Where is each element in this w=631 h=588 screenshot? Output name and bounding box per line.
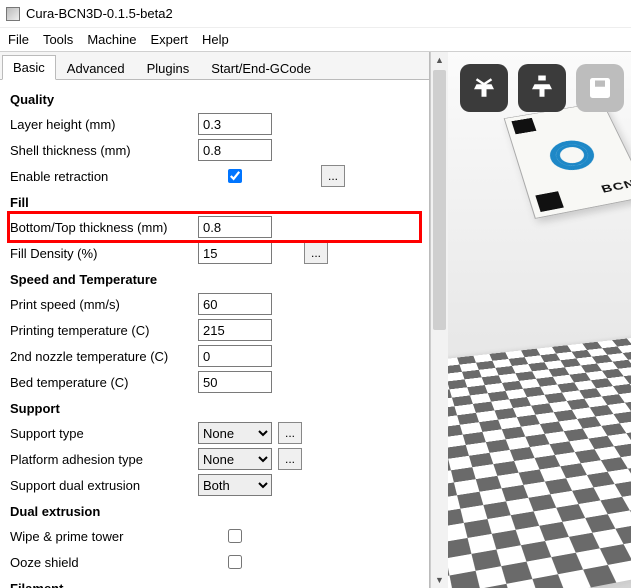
gear-icon <box>545 137 599 173</box>
menu-machine[interactable]: Machine <box>87 32 136 47</box>
label-print-speed: Print speed (mm/s) <box>10 297 198 312</box>
adhesion-more-button[interactable]: ... <box>278 448 302 470</box>
fill-more-button[interactable]: ... <box>304 242 328 264</box>
input-print-temp[interactable] <box>198 319 272 341</box>
section-fill: Fill <box>10 195 419 210</box>
label-print-temp: Printing temperature (C) <box>10 323 198 338</box>
label-enable-retraction: Enable retraction <box>10 169 198 184</box>
input-nozzle2[interactable] <box>198 345 272 367</box>
settings-scrollbar[interactable]: ▲ ▼ <box>430 52 448 588</box>
slice-icon <box>527 73 557 103</box>
label-support-dual: Support dual extrusion <box>10 478 198 493</box>
row-bottom-top-thickness: Bottom/Top thickness (mm) <box>10 214 419 240</box>
label-adhesion-type: Platform adhesion type <box>10 452 198 467</box>
label-shell-thickness: Shell thickness (mm) <box>10 143 198 158</box>
menu-help[interactable]: Help <box>202 32 229 47</box>
label-nozzle2: 2nd nozzle temperature (C) <box>10 349 198 364</box>
save-icon <box>585 73 615 103</box>
build-plate <box>448 334 631 588</box>
input-layer-height[interactable] <box>198 113 272 135</box>
label-layer-height: Layer height (mm) <box>10 117 198 132</box>
label-ooze-shield: Ooze shield <box>10 555 198 570</box>
viewport-toolbar <box>460 64 624 112</box>
tab-gcode[interactable]: Start/End-GCode <box>200 56 322 80</box>
label-support-type: Support type <box>10 426 198 441</box>
label-fill-density: Fill Density (%) <box>10 246 198 261</box>
label-wipe-tower: Wipe & prime tower <box>10 529 198 544</box>
menubar: File Tools Machine Expert Help <box>0 28 631 52</box>
scroll-up-icon[interactable]: ▲ <box>431 52 448 68</box>
menu-expert[interactable]: Expert <box>150 32 188 47</box>
menu-tools[interactable]: Tools <box>43 32 73 47</box>
titlebar: Cura-BCN3D-0.1.5-beta2 <box>0 0 631 28</box>
scroll-down-icon[interactable]: ▼ <box>431 572 448 588</box>
select-adhesion-type[interactable]: None <box>198 448 272 470</box>
window-title: Cura-BCN3D-0.1.5-beta2 <box>26 6 173 21</box>
menu-file[interactable]: File <box>8 32 29 47</box>
corner-mark-icon <box>511 118 536 134</box>
input-shell-thickness[interactable] <box>198 139 272 161</box>
form-area: Quality Layer height (mm) Shell thicknes… <box>0 80 429 588</box>
corner-mark-icon <box>535 191 564 212</box>
retraction-more-button[interactable]: ... <box>321 165 345 187</box>
select-support-dual[interactable]: Both <box>198 474 272 496</box>
settings-panel: Basic Advanced Plugins Start/End-GCode Q… <box>0 52 430 588</box>
model-preview[interactable]: BCN <box>504 102 631 219</box>
input-bed-temp[interactable] <box>198 371 272 393</box>
section-filament: Filament <box>10 581 419 588</box>
select-support-type[interactable]: None <box>198 422 272 444</box>
load-model-button[interactable] <box>460 64 508 112</box>
check-enable-retraction[interactable] <box>228 169 242 183</box>
section-speed: Speed and Temperature <box>10 272 419 287</box>
support-more-button[interactable]: ... <box>278 422 302 444</box>
input-print-speed[interactable] <box>198 293 272 315</box>
tab-advanced[interactable]: Advanced <box>56 56 136 80</box>
label-bed-temp: Bed temperature (C) <box>10 375 198 390</box>
save-button[interactable] <box>576 64 624 112</box>
input-fill-density[interactable] <box>198 242 272 264</box>
tabs: Basic Advanced Plugins Start/End-GCode <box>0 52 429 80</box>
section-support: Support <box>10 401 419 416</box>
section-dual: Dual extrusion <box>10 504 419 519</box>
input-btt[interactable] <box>198 216 272 238</box>
model-text: BCN <box>599 177 631 199</box>
viewport-3d[interactable]: BCN <box>448 52 631 588</box>
check-wipe-tower[interactable] <box>228 529 242 543</box>
load-model-icon <box>469 73 499 103</box>
scroll-thumb[interactable] <box>433 70 446 330</box>
app-icon <box>6 7 20 21</box>
section-quality: Quality <box>10 92 419 107</box>
check-ooze-shield[interactable] <box>228 555 242 569</box>
label-btt: Bottom/Top thickness (mm) <box>10 220 198 235</box>
slice-button[interactable] <box>518 64 566 112</box>
tab-basic[interactable]: Basic <box>2 55 56 80</box>
tab-plugins[interactable]: Plugins <box>136 56 201 80</box>
